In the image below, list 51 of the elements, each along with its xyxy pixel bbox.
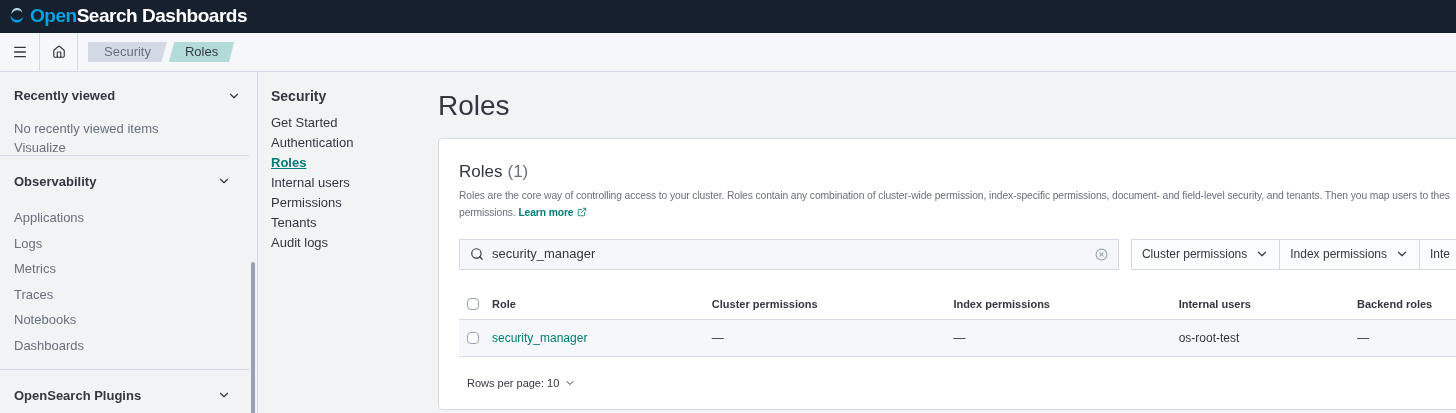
column-header[interactable]: Index permissions bbox=[953, 298, 1050, 310]
panel-description: Roles are the core way of controlling access to your cluster. Roles contain any combination of cluster-wide permission, index-specific permissions, document- and field-level security, and tenants. Then you map users to thes permissions. Learn more bbox=[459, 186, 1456, 221]
column-header[interactable]: Internal users bbox=[1178, 298, 1251, 310]
section-title[interactable]: Observability bbox=[14, 171, 97, 191]
menu-icon bbox=[11, 44, 28, 60]
nav-link[interactable]: Audit logs bbox=[271, 233, 438, 253]
nav-link[interactable]: Internal users bbox=[271, 173, 438, 193]
filter-button[interactable]: Cluster permissions bbox=[1131, 239, 1280, 269]
role-count: (1) bbox=[507, 161, 529, 183]
search-input[interactable]: security_manager bbox=[492, 244, 1087, 264]
rows-per-page-button[interactable]: Rows per page: 10 bbox=[467, 375, 577, 392]
nav-item[interactable]: Notebooks bbox=[14, 307, 235, 333]
column-header[interactable]: Backend roles bbox=[1357, 298, 1433, 310]
table-cell: — bbox=[1357, 331, 1369, 345]
learn-more-link[interactable]: Learn more bbox=[518, 203, 588, 221]
checkbox[interactable] bbox=[467, 332, 479, 344]
section-title[interactable]: Recently viewed bbox=[14, 86, 116, 106]
home-icon bbox=[51, 45, 66, 59]
brand-name[interactable]: OpenSearch Dashboards bbox=[30, 2, 248, 31]
nav-link[interactable]: Get Started bbox=[271, 113, 438, 133]
panel-title: Roles bbox=[459, 161, 503, 183]
table-row[interactable]: security_manager — — os-root-test — bbox=[459, 319, 1456, 357]
column-header[interactable]: Cluster permissions bbox=[711, 298, 818, 310]
nav-item[interactable]: Traces bbox=[14, 281, 235, 308]
nav-item[interactable]: Logs bbox=[14, 230, 235, 257]
nav-link[interactable]: Roles bbox=[271, 153, 438, 173]
table-cell: — bbox=[953, 331, 966, 345]
section-title: Security bbox=[271, 87, 328, 106]
search-icon bbox=[470, 247, 484, 261]
page-title: Roles bbox=[438, 90, 511, 122]
external-link-icon bbox=[577, 207, 588, 217]
filter-button[interactable]: Inte bbox=[1419, 239, 1456, 269]
filter-button[interactable]: Index permissions bbox=[1279, 239, 1419, 269]
search-field[interactable]: security_manager bbox=[459, 238, 1119, 270]
empty-message: No recently viewed items bbox=[14, 119, 160, 137]
table-cell: os-root-test bbox=[1178, 331, 1240, 345]
scrollbar[interactable] bbox=[251, 262, 255, 413]
breadcrumb[interactable]: Security bbox=[88, 42, 167, 62]
table-cell: — bbox=[711, 331, 724, 345]
nav-link[interactable]: Tenants bbox=[271, 213, 438, 233]
breadcrumb[interactable]: Roles bbox=[168, 42, 235, 62]
nav-item[interactable]: Metrics bbox=[14, 256, 235, 282]
nav-item[interactable]: Dashboards bbox=[14, 332, 235, 359]
nav-link[interactable]: Permissions bbox=[271, 193, 438, 213]
nav-item[interactable]: Visualize bbox=[14, 141, 66, 155]
role-link[interactable]: security_manager bbox=[492, 329, 588, 347]
column-header[interactable]: Role bbox=[492, 296, 516, 313]
section-title[interactable]: OpenSearch Plugins bbox=[14, 385, 142, 406]
nav-item[interactable]: Applications bbox=[14, 205, 235, 231]
checkbox[interactable] bbox=[467, 298, 479, 311]
nav-link[interactable]: Authentication bbox=[271, 133, 438, 153]
